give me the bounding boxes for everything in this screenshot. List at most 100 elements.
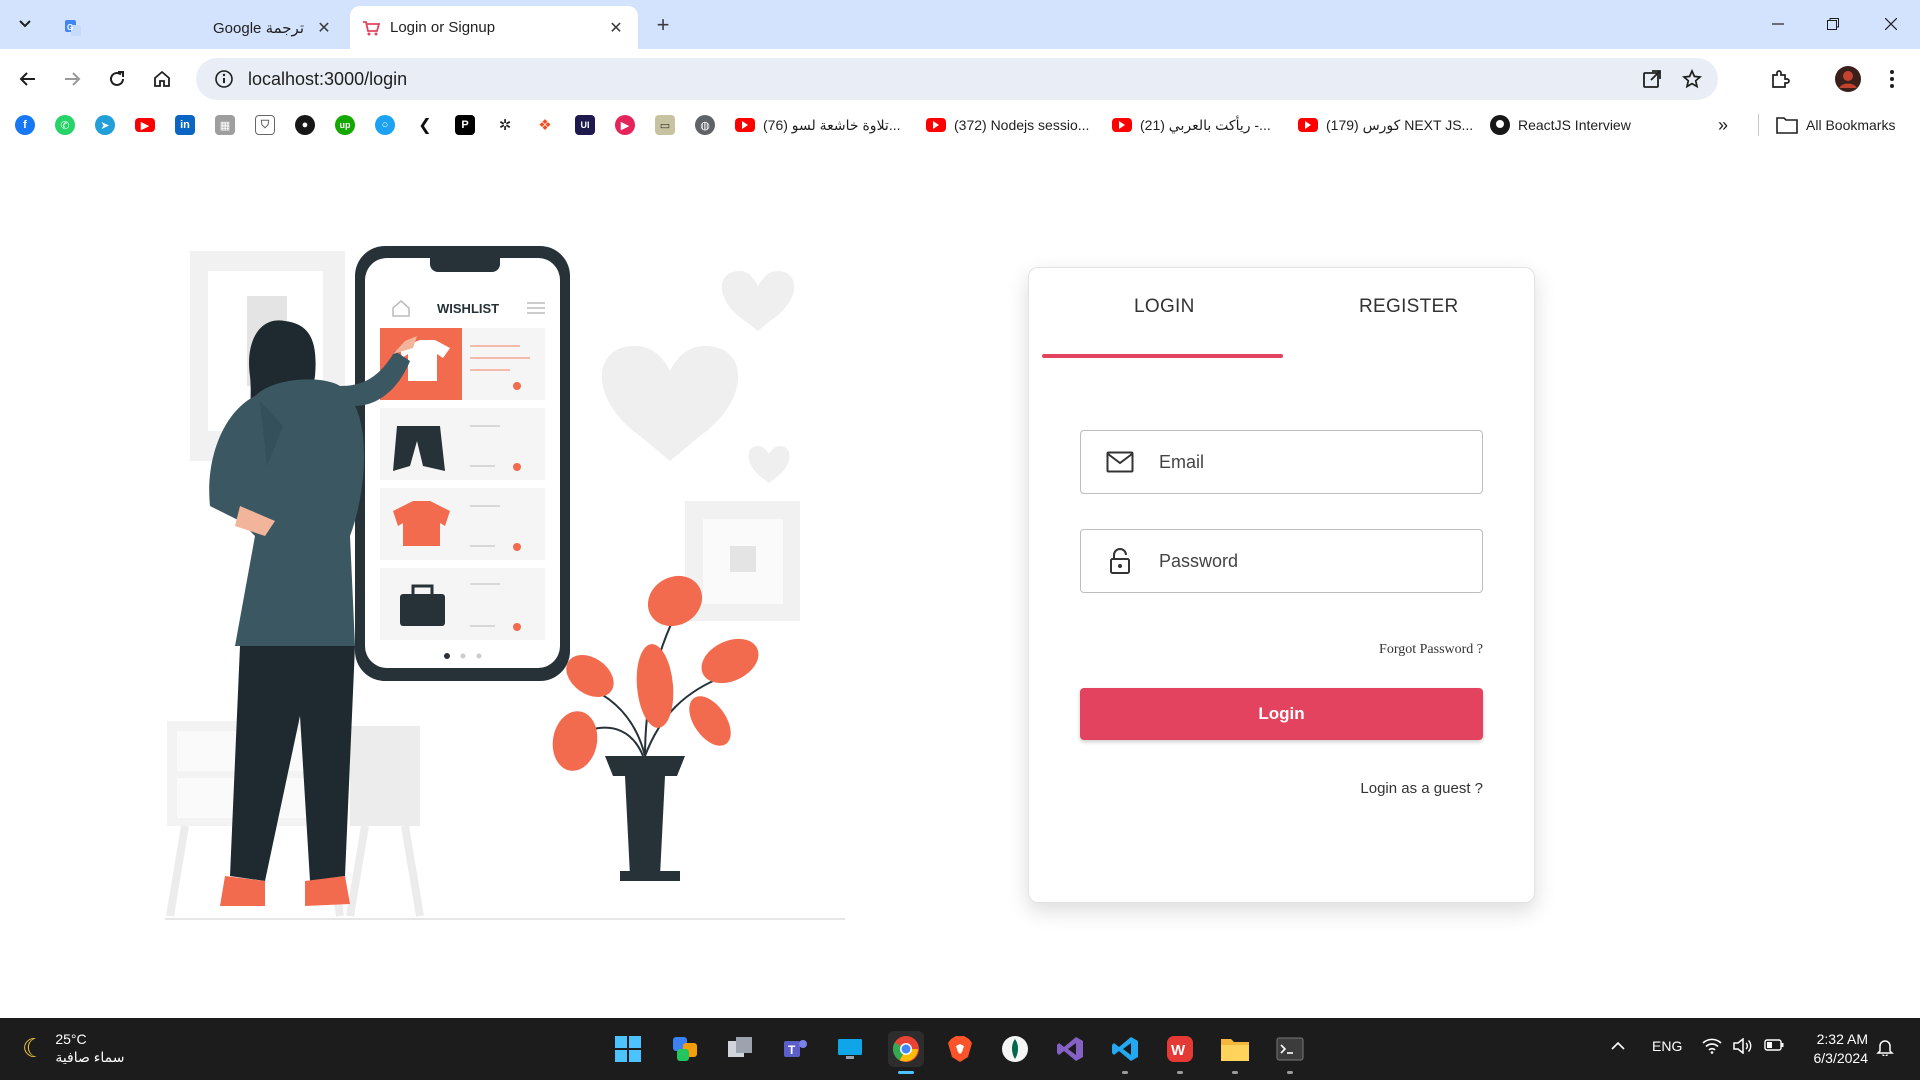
bookmark-star-icon[interactable] [1672, 69, 1712, 89]
folder-icon [1776, 117, 1798, 134]
bookmark-item[interactable]: ReactJS Interview [1490, 113, 1631, 137]
running-indicator [1122, 1071, 1128, 1074]
start-button[interactable] [610, 1031, 646, 1067]
notifications-button[interactable] [1876, 1038, 1894, 1059]
password-input[interactable] [1159, 550, 1459, 572]
terminal-app[interactable] [1272, 1031, 1308, 1074]
all-bookmarks-label: All Bookmarks [1806, 117, 1896, 133]
brave-app[interactable] [942, 1031, 978, 1067]
close-icon[interactable]: ✕ [606, 18, 626, 38]
clock-date: 6/3/2024 [1813, 1050, 1869, 1066]
youtube-icon [1112, 118, 1132, 132]
bookmark-label: (21) ريأكت بالعربي -... [1140, 116, 1271, 133]
reload-button[interactable] [101, 63, 133, 95]
site-info-icon[interactable] [204, 69, 244, 89]
bookmark-label: (76) تلاوة خاشعة لسو... [763, 116, 901, 133]
remote-desktop-app[interactable] [832, 1031, 868, 1067]
puzzle-icon [1772, 70, 1790, 88]
close-icon[interactable]: ✕ [314, 18, 334, 38]
chevron-up-icon [1611, 1041, 1625, 1050]
language-indicator[interactable]: ENG [1652, 1038, 1682, 1054]
play-icon[interactable]: ▶ [615, 115, 635, 135]
youtube-icon [1298, 118, 1318, 132]
bank-icon[interactable]: ▦ [215, 115, 235, 135]
tab-login[interactable]: LOGIN [1134, 296, 1195, 318]
chrome-app[interactable] [888, 1031, 924, 1074]
codepen-icon[interactable]: ❮ [415, 115, 435, 135]
close-window-button[interactable] [1871, 8, 1911, 40]
bookmark-item[interactable]: (372) Nodejs sessio... [926, 113, 1089, 137]
weather-widget[interactable]: ☾ 25°C سماء صافية [22, 1030, 124, 1066]
password-field[interactable] [1080, 529, 1483, 593]
task-view-app[interactable] [722, 1031, 758, 1067]
github-icon [1490, 115, 1510, 135]
bookmark-item[interactable]: (179) كورس NEXT JS... [1298, 113, 1473, 137]
telegram-icon[interactable]: ➤ [95, 115, 115, 135]
wps-office-app[interactable]: W [1162, 1031, 1198, 1074]
circle-logo-icon[interactable]: ○ [375, 115, 395, 135]
tab-search-button[interactable] [12, 10, 38, 36]
profile-avatar[interactable] [1832, 63, 1864, 95]
forgot-password-link[interactable]: Forgot Password ? [1379, 642, 1483, 658]
whatsapp-icon[interactable]: ✆ [55, 115, 75, 135]
url-text[interactable]: localhost:3000/login [248, 69, 1632, 90]
teams-app[interactable]: T [777, 1031, 813, 1067]
login-button[interactable]: Login [1080, 688, 1483, 740]
email-input[interactable] [1159, 451, 1459, 473]
open-in-app-icon[interactable] [1632, 69, 1672, 89]
windows-icon [615, 1036, 641, 1062]
tab-login-signup[interactable]: Login or Signup ✕ [350, 6, 638, 49]
mail-icon [1081, 451, 1159, 473]
copilot-app[interactable] [667, 1031, 703, 1067]
lock-icon [1081, 547, 1159, 575]
globe-icon[interactable]: ◍ [695, 115, 715, 135]
restore-button[interactable] [1813, 8, 1853, 40]
volume-icon[interactable] [1733, 1037, 1753, 1057]
tab-google-translate[interactable]: G Google ترجمة ✕ [52, 6, 346, 49]
minimize-button[interactable] [1758, 8, 1798, 40]
facebook-icon[interactable]: f [15, 115, 35, 135]
arrow-right-icon [65, 72, 81, 86]
wifi-icon[interactable] [1702, 1038, 1722, 1057]
upwork-icon[interactable]: up [335, 115, 355, 135]
vscode-app[interactable] [1107, 1031, 1143, 1074]
card-icon[interactable]: ▭ [655, 115, 675, 135]
vscode-icon [1112, 1037, 1138, 1061]
bookmark-item[interactable]: (21) ريأكت بالعربي -... [1112, 113, 1271, 137]
file-explorer-app[interactable] [1217, 1031, 1253, 1074]
all-bookmarks-button[interactable]: All Bookmarks [1776, 113, 1895, 137]
ui-logo-icon[interactable]: UI [575, 115, 595, 135]
bookmark-item[interactable]: (76) تلاوة خاشعة لسو... [735, 113, 901, 137]
guest-login-link[interactable]: Login as a guest ? [1360, 780, 1483, 797]
chatgpt-icon[interactable]: ✲ [495, 115, 515, 135]
new-tab-button[interactable]: + [650, 12, 676, 38]
teams-icon: T [784, 1040, 807, 1057]
home-button[interactable] [146, 63, 178, 95]
p-logo-icon[interactable]: P [455, 115, 475, 135]
system-clock[interactable]: 2:32 AM 6/3/2024 [1800, 1030, 1869, 1068]
show-hidden-icons-button[interactable] [1610, 1038, 1626, 1057]
back-button[interactable] [12, 63, 44, 95]
shield-icon[interactable]: ⛉ [255, 115, 275, 135]
address-bar[interactable]: localhost:3000/login [196, 58, 1718, 100]
figma-icon[interactable]: ❖ [535, 115, 555, 135]
forward-button[interactable] [56, 63, 88, 95]
extensions-button[interactable] [1764, 63, 1796, 95]
minimize-icon [1772, 23, 1784, 25]
tab-title: Login or Signup [390, 19, 496, 36]
menu-button[interactable] [1876, 63, 1908, 95]
tab-register[interactable]: REGISTER [1359, 296, 1459, 318]
linkedin-icon[interactable]: in [175, 115, 195, 135]
active-tab-indicator [1042, 354, 1283, 358]
github-icon[interactable]: ● [295, 115, 315, 135]
visual-studio-app[interactable] [1052, 1031, 1088, 1067]
bell-icon [1876, 1040, 1894, 1058]
youtube-icon[interactable]: ▶ [135, 118, 155, 132]
email-field[interactable] [1080, 430, 1483, 494]
bookmarks-overflow-button[interactable]: » [1718, 113, 1728, 137]
home-icon [154, 70, 170, 87]
mongodb-compass-app[interactable] [997, 1031, 1033, 1067]
tab-title: Google ترجمة [213, 19, 304, 37]
running-indicator [1232, 1071, 1238, 1074]
battery-icon[interactable] [1764, 1038, 1784, 1055]
